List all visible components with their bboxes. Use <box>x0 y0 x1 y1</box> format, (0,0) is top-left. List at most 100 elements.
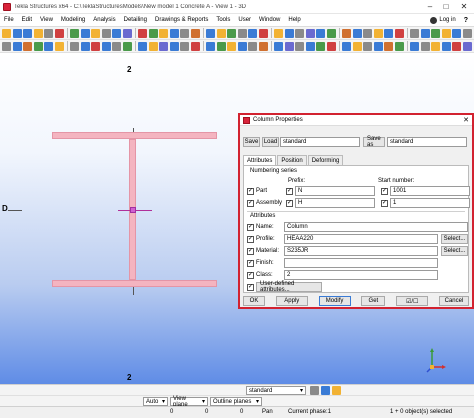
part-start-checkbox[interactable]: ✓ <box>381 187 388 195</box>
toolbar-tool-icon[interactable] <box>54 28 64 38</box>
column-bottom-flange[interactable] <box>52 280 217 287</box>
toolbar-tool-icon[interactable] <box>342 28 351 38</box>
toolbar-tool-icon[interactable] <box>112 28 121 38</box>
toggle-all-button[interactable]: ☑/☐ <box>396 296 429 306</box>
toolbar-tool-icon[interactable] <box>394 28 404 38</box>
toolbar-tool-icon[interactable] <box>452 41 461 51</box>
toolbar-tool-icon[interactable] <box>384 41 393 51</box>
toolbar-tool-icon[interactable] <box>363 28 372 38</box>
finish-checkbox[interactable]: ✓ <box>247 259 254 267</box>
toolbar-tool-icon[interactable] <box>169 41 179 51</box>
material-select-button[interactable]: Select... <box>441 246 468 256</box>
toolbar-tool-icon[interactable] <box>138 28 147 38</box>
menu-edit[interactable]: Edit <box>18 17 36 23</box>
toolbar-tool-icon[interactable] <box>112 41 121 51</box>
assembly-prefix-checkbox[interactable]: ✓ <box>286 199 293 207</box>
toolbar-tool-icon[interactable] <box>431 28 440 38</box>
toolbar-tool-icon[interactable] <box>23 41 32 51</box>
toolbar-tool-icon[interactable] <box>2 41 11 51</box>
toolbar-tool-icon[interactable] <box>441 41 451 51</box>
toolbar-tool-icon[interactable] <box>54 41 64 51</box>
toolbar-tool-icon[interactable] <box>373 28 383 38</box>
save-as-input[interactable]: standard <box>387 137 467 147</box>
attributes-select[interactable]: standard ▾ <box>246 386 306 395</box>
part-prefix-input[interactable]: N <box>295 186 375 196</box>
toolbar-tool-icon[interactable] <box>248 28 257 38</box>
profile-checkbox[interactable]: ✓ <box>247 235 254 243</box>
toolbar-tool-icon[interactable] <box>384 28 393 38</box>
toolbar-tool-icon[interactable] <box>295 28 304 38</box>
toolbar-tool-icon[interactable] <box>248 41 257 51</box>
close-button[interactable]: ✕ <box>454 0 474 14</box>
toolbar-tool-icon[interactable] <box>326 28 336 38</box>
toolbar-tool-icon[interactable] <box>284 41 294 51</box>
toolbar-tool-icon[interactable] <box>441 28 451 38</box>
toolbar-tool-icon[interactable] <box>410 41 419 51</box>
help-icon[interactable]: ? <box>464 17 474 24</box>
profile-select-button[interactable]: Select... <box>441 234 468 244</box>
toolbar-tool-icon[interactable] <box>80 41 90 51</box>
toolbar-tool-icon[interactable] <box>12 41 22 51</box>
menu-file[interactable]: File <box>0 17 18 23</box>
menu-window[interactable]: Window <box>255 17 284 23</box>
toolbar-tool-icon[interactable] <box>237 41 247 51</box>
toolbar-tool-icon[interactable] <box>462 28 472 38</box>
snap-icon[interactable] <box>310 386 319 395</box>
menu-drawings-reports[interactable]: Drawings & Reports <box>151 17 212 23</box>
tab-position[interactable]: Position <box>277 155 307 165</box>
class-checkbox[interactable]: ✓ <box>247 271 254 279</box>
column-top-flange[interactable] <box>52 132 217 139</box>
toolbar-tool-icon[interactable] <box>216 41 226 51</box>
toolbar-tool-icon[interactable] <box>373 41 383 51</box>
login-button[interactable]: Log in <box>430 16 463 24</box>
minimize-button[interactable]: – <box>422 0 438 14</box>
toolbar-tool-icon[interactable] <box>326 41 336 51</box>
menu-help[interactable]: Help <box>284 17 304 23</box>
toolbar-tool-icon[interactable] <box>316 28 325 38</box>
toolbar-tool-icon[interactable] <box>394 41 404 51</box>
toolbar-tool-icon[interactable] <box>316 41 325 51</box>
toolbar-tool-icon[interactable] <box>44 41 53 51</box>
part-checkbox[interactable]: ✓ <box>247 187 254 195</box>
outline-planes-select[interactable]: Outline planes ▾ <box>210 397 262 406</box>
toolbar-tool-icon[interactable] <box>33 41 43 51</box>
toolbar-tool-icon[interactable] <box>33 28 43 38</box>
toolbar-tool-icon[interactable] <box>138 41 147 51</box>
assembly-prefix-input[interactable]: H <box>295 198 375 208</box>
toolbar-tool-icon[interactable] <box>101 28 111 38</box>
select-icon[interactable] <box>321 386 330 395</box>
menu-tools[interactable]: Tools <box>212 17 234 23</box>
material-input[interactable]: S235JR <box>284 246 438 256</box>
cancel-button[interactable]: Cancel <box>438 296 469 306</box>
toolbar-tool-icon[interactable] <box>80 28 90 38</box>
toolbar-tool-icon[interactable] <box>2 28 11 38</box>
save-as-button[interactable]: Save as <box>363 136 385 148</box>
toolbar-tool-icon[interactable] <box>420 41 430 51</box>
view-plane-select[interactable]: View plane ▾ <box>170 396 208 408</box>
toolbar-tool-icon[interactable] <box>180 28 189 38</box>
toolbar-tool-icon[interactable] <box>70 28 79 38</box>
toolbar-tool-icon[interactable] <box>23 28 32 38</box>
toolbar-tool-icon[interactable] <box>169 28 179 38</box>
toolbar-tool-icon[interactable] <box>352 28 362 38</box>
save-button[interactable]: Save <box>243 137 260 147</box>
class-input[interactable]: 2 <box>284 270 438 280</box>
maximize-button[interactable]: □ <box>438 0 454 14</box>
toolbar-tool-icon[interactable] <box>237 28 247 38</box>
filter-icon[interactable] <box>332 386 341 395</box>
toolbar-tool-icon[interactable] <box>190 41 200 51</box>
user-defined-attributes-button[interactable]: User-defined attributes... <box>256 281 322 293</box>
uda-checkbox[interactable]: ✓ <box>247 283 254 291</box>
toolbar-tool-icon[interactable] <box>148 41 158 51</box>
toolbar-tool-icon[interactable] <box>91 41 100 51</box>
toolbar-tool-icon[interactable] <box>258 28 268 38</box>
apply-button[interactable]: Apply <box>275 296 308 306</box>
dialog-close-icon[interactable]: ✕ <box>460 116 472 124</box>
name-checkbox[interactable]: ✓ <box>247 223 254 231</box>
toolbar-tool-icon[interactable] <box>44 28 53 38</box>
toolbar-tool-icon[interactable] <box>148 28 158 38</box>
toolbar-tool-icon[interactable] <box>284 28 294 38</box>
toolbar-tool-icon[interactable] <box>274 41 283 51</box>
menu-detailing[interactable]: Detailing <box>120 17 151 23</box>
toolbar-tool-icon[interactable] <box>122 28 132 38</box>
